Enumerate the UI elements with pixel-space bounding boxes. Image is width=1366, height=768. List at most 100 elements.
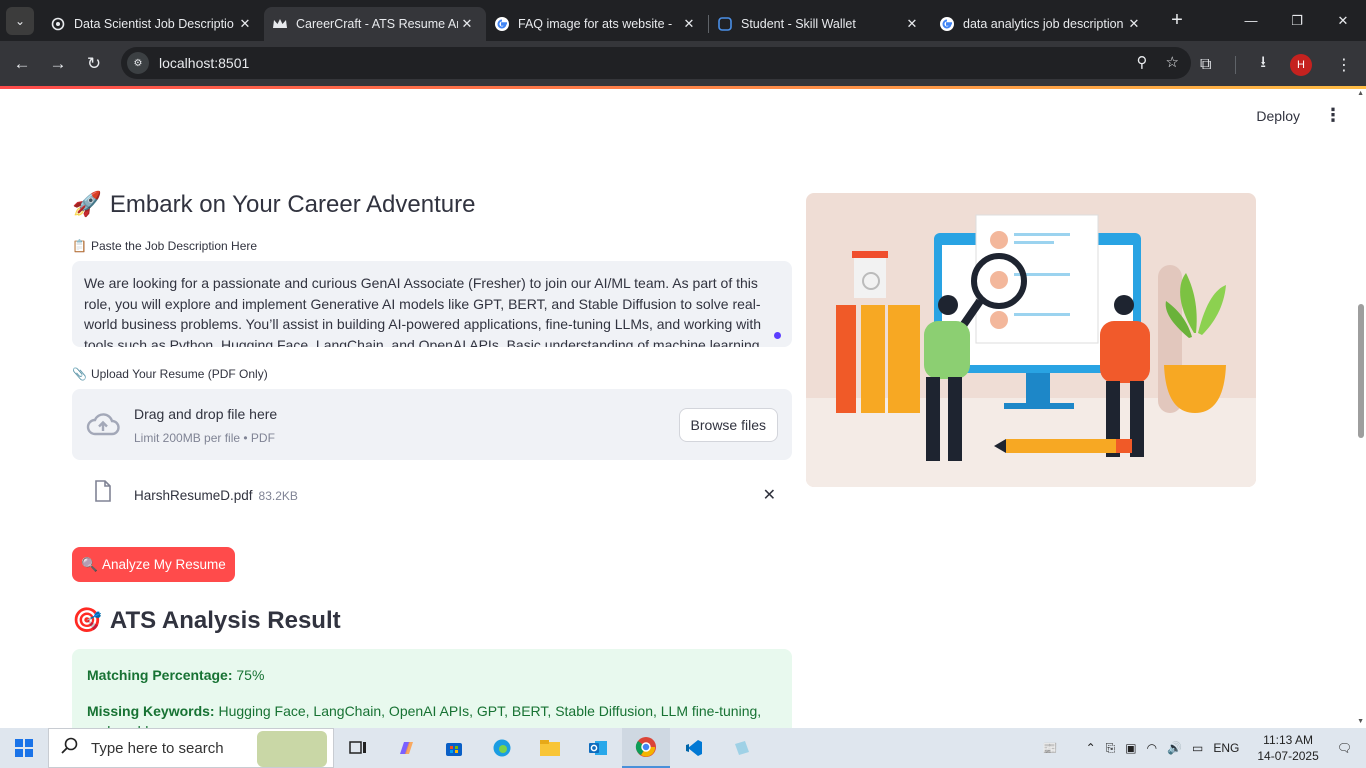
language-indicator[interactable]: ENG [1213,741,1239,755]
tab-data-scientist[interactable]: Data Scientist Job Descriptio ✕ [42,7,264,41]
system-tray: 📰 ⌃ ⎘ ▣ ◠ 🔊 ▭ ENG 11:13 AM 14-07-2025 🗨 [1043,728,1366,768]
meet-now-icon[interactable]: ⎘ [1106,741,1116,756]
file-size: 83.2KB [258,489,298,503]
site-info-icon[interactable]: ⚙ [127,52,149,74]
battery-icon[interactable]: ▭ [1192,741,1203,755]
tab-title: Student - Skill Wallet [741,16,856,31]
page-heading: 🚀 Embark on Your Career Adventure [72,190,792,219]
job-description-text: We are looking for a passionate and curi… [84,275,764,347]
skill-wallet-icon [717,16,733,32]
volume-icon[interactable]: 🔊 [1167,741,1182,755]
app-icon[interactable] [718,728,766,768]
back-icon[interactable]: ← [4,54,40,74]
tab-search-button[interactable]: ⌄ [6,6,34,35]
notification-icon[interactable]: 🗨 [1337,741,1352,755]
file-explorer-icon[interactable] [526,728,574,768]
job-description-textarea[interactable]: We are looking for a passionate and curi… [72,261,792,347]
menu-icon[interactable]: ⋮ [1336,55,1352,75]
file-name-row: HarshResumeD.pdf 83.2KB [134,488,298,503]
main-content: 🚀 Embark on Your Career Adventure 📋 Past… [72,190,792,739]
analyze-label: Analyze My Resume [102,557,226,572]
extensions-icon[interactable]: ⧉ [1200,56,1211,74]
chrome-icon[interactable] [622,728,670,768]
close-icon[interactable]: ✕ [236,16,254,32]
tab-faq-image[interactable]: FAQ image for ats website - ✕ [486,7,708,41]
magnifier-icon: 🔍 [81,556,98,572]
match-line: Matching Percentage: 75% [87,665,777,685]
close-icon[interactable]: ✕ [1125,16,1143,32]
google-icon [939,16,955,32]
forward-icon[interactable]: → [40,54,76,74]
result-heading-text: ATS Analysis Result [109,606,341,634]
search-highlight-image [257,731,327,767]
tab-careercraft[interactable]: CareerCraft - ATS Resume Ar ✕ [264,6,486,41]
copilot-icon[interactable] [382,728,430,768]
uploaded-file: HarshResumeD.pdf 83.2KB ✕ [72,468,792,510]
tab-data-analytics[interactable]: data analytics job description ✕ [931,7,1153,41]
deploy-button[interactable]: Deploy [1256,108,1300,124]
zoom-icon[interactable]: ⚲ [1137,53,1148,71]
tab-title: FAQ image for ats website - [518,16,673,31]
toolbar-divider [1235,55,1237,74]
rocket-icon: 🚀 [72,191,102,218]
address-bar[interactable]: ⚙ localhost:8501 ⚲ ☆ [121,47,1191,79]
main-menu-icon[interactable]: ⋮ [1324,105,1342,126]
avatar[interactable]: H [1290,53,1312,76]
file-icon [94,480,112,507]
windows-start-icon[interactable] [0,739,48,757]
scroll-down-icon[interactable]: ▼ [1357,718,1364,725]
close-window-button[interactable]: ✕ [1320,0,1366,41]
match-label: Matching Percentage: [87,667,233,683]
paperclip-icon: 📎 [72,367,87,381]
scroll-up-icon[interactable]: ▲ [1357,90,1364,97]
google-icon [494,16,510,32]
career-illustration [806,193,1256,487]
grammar-dot-icon [774,332,781,339]
clipboard-icon: 📋 [72,239,87,253]
tab-title: CareerCraft - ATS Resume Ar [296,16,458,31]
display-icon[interactable]: ▣ [1125,741,1136,755]
dropzone-title: Drag and drop file here [134,406,278,422]
close-icon[interactable]: ✕ [458,16,476,32]
bookmark-star-icon[interactable]: ☆ [1166,53,1179,71]
taskbar-search[interactable]: Type here to search [48,728,334,768]
store-icon[interactable] [430,728,478,768]
download-icon[interactable]: ⭳ [1260,51,1266,78]
chevron-down-icon: ⌄ [14,13,26,28]
restore-button[interactable]: ❐ [1274,0,1320,41]
analyze-resume-button[interactable]: 🔍 Analyze My Resume [72,547,235,582]
missing-label: Missing Keywords: [87,703,215,719]
browser-tab-strip: ⌄ Data Scientist Job Descriptio ✕ Career… [0,0,1366,41]
outlook-icon[interactable] [574,728,622,768]
remove-file-icon[interactable]: ✕ [763,485,776,505]
upload-label-text: Upload Your Resume (PDF Only) [90,367,268,381]
dropzone-limit: Limit 200MB per file • PDF [134,431,275,445]
search-placeholder: Type here to search [91,739,224,757]
close-icon[interactable]: ✕ [680,16,698,32]
tab-skill-wallet[interactable]: Student - Skill Wallet ✕ [709,7,931,41]
reload-icon[interactable]: ↻ [76,54,112,74]
file-name: HarshResumeD.pdf [134,488,253,503]
target-icon: 🎯 [72,607,102,634]
close-icon[interactable]: ✕ [903,16,921,32]
clock-date: 14-07-2025 [1257,749,1319,763]
edge-icon[interactable] [478,728,526,768]
scrollbar-thumb[interactable] [1358,304,1364,438]
clock[interactable]: 11:13 AM 14-07-2025 [1257,732,1318,764]
app-decoration-bar [0,86,1366,89]
wifi-icon[interactable]: ◠ [1147,741,1157,755]
tab-title: Data Scientist Job Descriptio [74,16,234,31]
chevron-up-icon[interactable]: ⌃ [1086,741,1096,755]
news-widget-icon[interactable]: 📰 [1043,741,1058,755]
browse-files-button[interactable]: Browse files [678,408,778,442]
app-header: Deploy ⋮ [1256,105,1342,126]
cloud-upload-icon [86,411,120,442]
task-view-icon[interactable] [334,728,382,768]
crown-icon [272,16,288,32]
upload-label: 📎 Upload Your Resume (PDF Only) [72,367,792,381]
new-tab-button[interactable]: + [1165,9,1189,32]
file-dropzone[interactable]: Drag and drop file here Limit 200MB per … [72,389,792,460]
minimize-button[interactable]: — [1228,0,1274,41]
windows-taskbar: Type here to search 📰 ⌃ ⎘ ▣ ◠ 🔊 ▭ ENG 11… [0,728,1366,768]
vscode-icon[interactable] [670,728,718,768]
